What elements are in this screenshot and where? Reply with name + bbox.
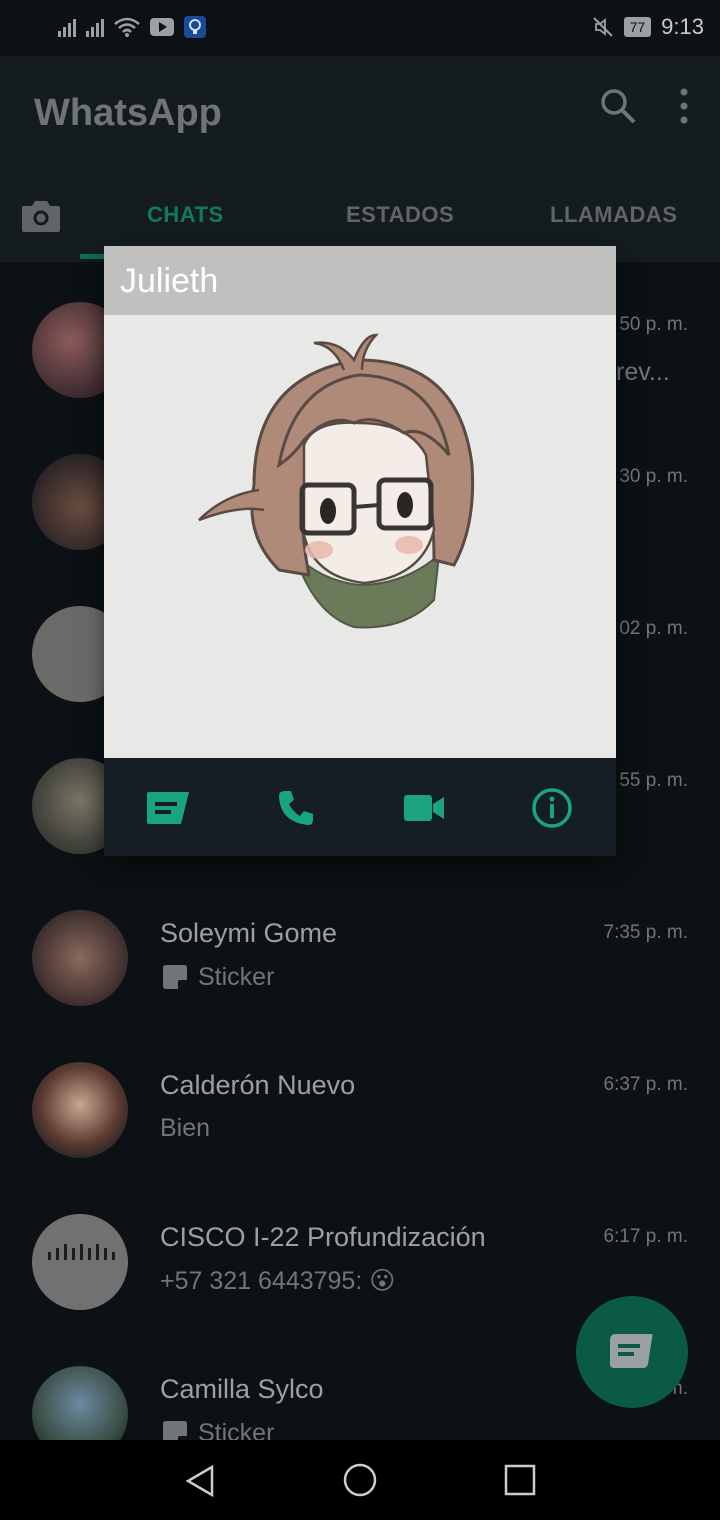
battery-indicator: 77: [623, 17, 652, 37]
signal-icon: [58, 17, 76, 37]
tab-llamadas[interactable]: LLAMADAS: [550, 202, 677, 228]
chat-name: Soleymi Gome: [160, 918, 338, 948]
profile-illustration: [198, 333, 475, 629]
cisco-logo-icon: [48, 1244, 115, 1260]
chat-time: 02 p. m.: [619, 618, 688, 639]
new-chat-icon: [610, 1334, 653, 1368]
tab-estados[interactable]: ESTADOS: [346, 202, 454, 228]
search-icon[interactable]: [598, 86, 638, 126]
recents-icon[interactable]: [504, 1464, 536, 1496]
cisco-avatar: [32, 1214, 128, 1310]
chat-message: +57 321 6443795: 😮: [160, 1266, 395, 1296]
contact-name: Julieth: [120, 262, 219, 300]
chat-message: Bien: [160, 1114, 210, 1143]
call-icon: [279, 791, 313, 825]
app-title: WhatsApp: [34, 92, 222, 134]
sticker-icon: [163, 965, 187, 989]
signal-2-icon: [86, 17, 104, 37]
contact-actions: [104, 760, 616, 856]
chat-time: 7:35 p. m.: [603, 922, 689, 943]
status-bar: 77 9:13: [0, 0, 720, 56]
avatar: [32, 910, 128, 1006]
more-options-icon[interactable]: [678, 86, 690, 126]
chat-message: Sticker: [160, 1418, 274, 1440]
chat-row[interactable]: Soleymi Gome Sticker 7:35 p. m.: [0, 870, 720, 1022]
clock: 9:13: [661, 14, 704, 39]
lightbulb-app-icon: [184, 16, 206, 38]
wifi-icon: [114, 17, 140, 37]
mute-icon: [592, 17, 613, 37]
chat-message-text: +57 321 6443795: 😮: [160, 1267, 396, 1295]
chat-message-text: Sticker: [198, 962, 275, 991]
youtube-icon: [150, 18, 174, 36]
status-icons-left: [58, 16, 206, 38]
chat-message-text: Sticker: [198, 1418, 275, 1441]
system-nav-bar: [0, 1440, 720, 1520]
chat-time: 6:17 p. m.: [603, 1226, 689, 1247]
chat-row[interactable]: Calderón Nuevo Bien 6:37 p. m.: [0, 1022, 720, 1174]
chat-time: 30 p. m.: [619, 466, 688, 487]
tab-chats[interactable]: CHATS: [147, 202, 224, 228]
call-button[interactable]: [232, 760, 360, 856]
info-button[interactable]: [488, 760, 616, 856]
avatar: [32, 1062, 128, 1158]
header-actions: [598, 86, 690, 126]
new-chat-button[interactable]: [576, 1296, 688, 1408]
chat-time: 50 p. m.: [619, 314, 688, 335]
contact-header: Julieth: [104, 246, 616, 315]
back-icon[interactable]: [184, 1464, 218, 1498]
avatar: [32, 1366, 128, 1440]
info-icon: [532, 788, 572, 828]
video-icon: [404, 795, 444, 821]
video-call-button[interactable]: [360, 760, 488, 856]
app-header: WhatsApp CHATS ESTADOS LLAMADAS: [0, 56, 720, 262]
chat-name: Calderón Nuevo: [160, 1070, 356, 1100]
chat-message-text: Bien: [160, 1114, 211, 1142]
chat-message: rev...: [616, 358, 670, 387]
contact-photo[interactable]: [104, 315, 616, 758]
chat-name: Camilla Sylco: [160, 1374, 324, 1404]
chat-message-text: rev...: [616, 358, 670, 386]
contact-quick-view: Julieth: [104, 246, 616, 856]
message-button[interactable]: [104, 760, 232, 856]
chat-time: 6:37 p. m.: [603, 1074, 689, 1095]
status-icons-right: 77 9:13: [592, 14, 704, 40]
chat-name: CISCO I-22 Profundización: [160, 1222, 486, 1252]
message-icon: [147, 792, 189, 824]
chat-message: Sticker: [160, 962, 274, 992]
home-icon[interactable]: [342, 1462, 378, 1498]
chat-time: 55 p. m.: [619, 770, 688, 791]
sticker-icon: [163, 1421, 187, 1440]
